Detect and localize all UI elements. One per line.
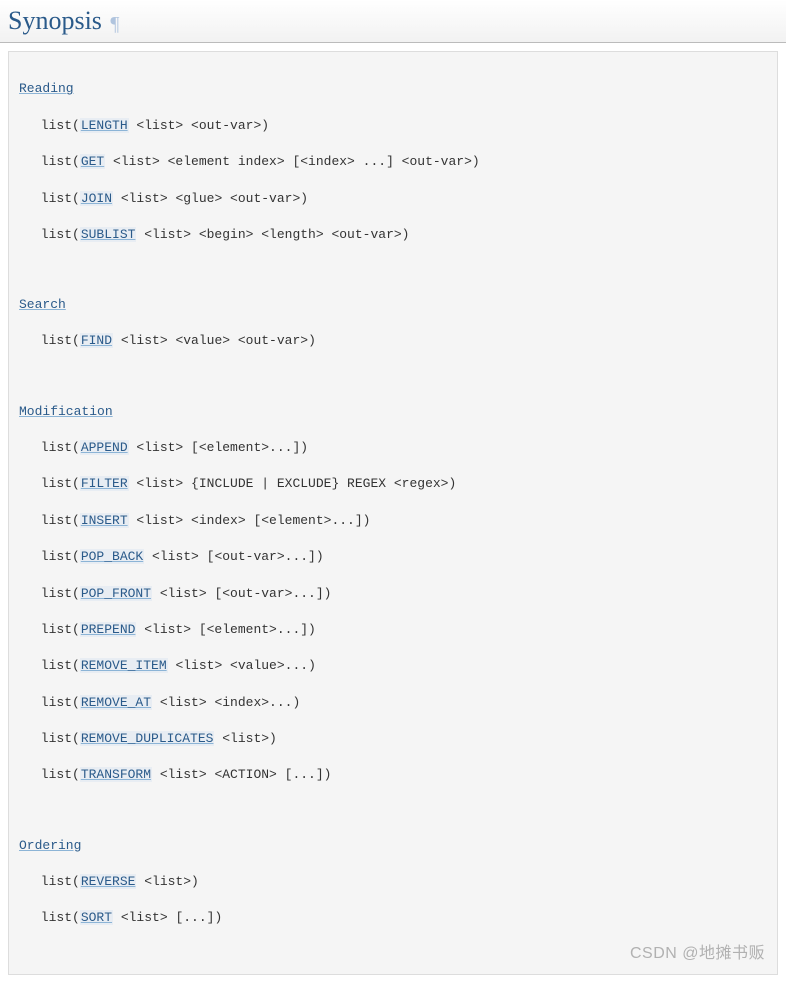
- code-line: list(JOIN <list> <glue> <out-var>): [19, 190, 767, 208]
- code-line: list(INSERT <list> <index> [<element>...…: [19, 512, 767, 530]
- page-title: Synopsis: [8, 6, 102, 35]
- cmd-link-length[interactable]: LENGTH: [80, 118, 129, 133]
- cmd-link-append[interactable]: APPEND: [80, 440, 129, 455]
- code-line: list(FILTER <list> {INCLUDE | EXCLUDE} R…: [19, 475, 767, 493]
- cmd-link-get[interactable]: GET: [80, 154, 105, 169]
- code-line: list(LENGTH <list> <out-var>): [19, 117, 767, 135]
- code-line: list(PREPEND <list> [<element>...]): [19, 621, 767, 639]
- cmd-link-sort[interactable]: SORT: [80, 910, 113, 925]
- code-line: list(REMOVE_ITEM <list> <value>...): [19, 657, 767, 675]
- section-link-search[interactable]: Search: [19, 297, 66, 312]
- code-line: list(REMOVE_AT <list> <index>...): [19, 694, 767, 712]
- cmd-link-sublist[interactable]: SUBLIST: [80, 227, 137, 242]
- code-line: list(GET <list> <element index> [<index>…: [19, 153, 767, 171]
- code-line: list(FIND <list> <value> <out-var>): [19, 332, 767, 350]
- section-header: Synopsis ¶: [0, 0, 786, 43]
- cmd-link-removeat[interactable]: REMOVE_AT: [80, 695, 152, 710]
- code-line: list(REVERSE <list>): [19, 873, 767, 891]
- cmd-link-removedup[interactable]: REMOVE_DUPLICATES: [80, 731, 215, 746]
- cmd-link-filter[interactable]: FILTER: [80, 476, 129, 491]
- code-line: list(TRANSFORM <list> <ACTION> [...]): [19, 766, 767, 784]
- section-link-modification[interactable]: Modification: [19, 404, 113, 419]
- cmd-link-transform[interactable]: TRANSFORM: [80, 767, 152, 782]
- cmd-link-insert[interactable]: INSERT: [80, 513, 129, 528]
- code-line: list(REMOVE_DUPLICATES <list>): [19, 730, 767, 748]
- cmd-link-join[interactable]: JOIN: [80, 191, 113, 206]
- synopsis-codeblock: Reading list(LENGTH <list> <out-var>) li…: [8, 51, 778, 975]
- code-line: list(SORT <list> [...]): [19, 909, 767, 927]
- cmd-link-find[interactable]: FIND: [80, 333, 113, 348]
- code-line: list(SUBLIST <list> <begin> <length> <ou…: [19, 226, 767, 244]
- watermark-text: CSDN @地摊书贩: [630, 943, 765, 965]
- section-link-reading[interactable]: Reading: [19, 81, 74, 96]
- cmd-link-removeitem[interactable]: REMOVE_ITEM: [80, 658, 168, 673]
- section-link-ordering[interactable]: Ordering: [19, 838, 81, 853]
- cmd-link-popback[interactable]: POP_BACK: [80, 549, 144, 564]
- code-line: list(APPEND <list> [<element>...]): [19, 439, 767, 457]
- code-line: list(POP_FRONT <list> [<out-var>...]): [19, 585, 767, 603]
- cmd-link-prepend[interactable]: PREPEND: [80, 622, 137, 637]
- cmd-link-reverse[interactable]: REVERSE: [80, 874, 137, 889]
- cmd-link-popfront[interactable]: POP_FRONT: [80, 586, 152, 601]
- code-line: list(POP_BACK <list> [<out-var>...]): [19, 548, 767, 566]
- permalink-icon[interactable]: ¶: [110, 13, 119, 35]
